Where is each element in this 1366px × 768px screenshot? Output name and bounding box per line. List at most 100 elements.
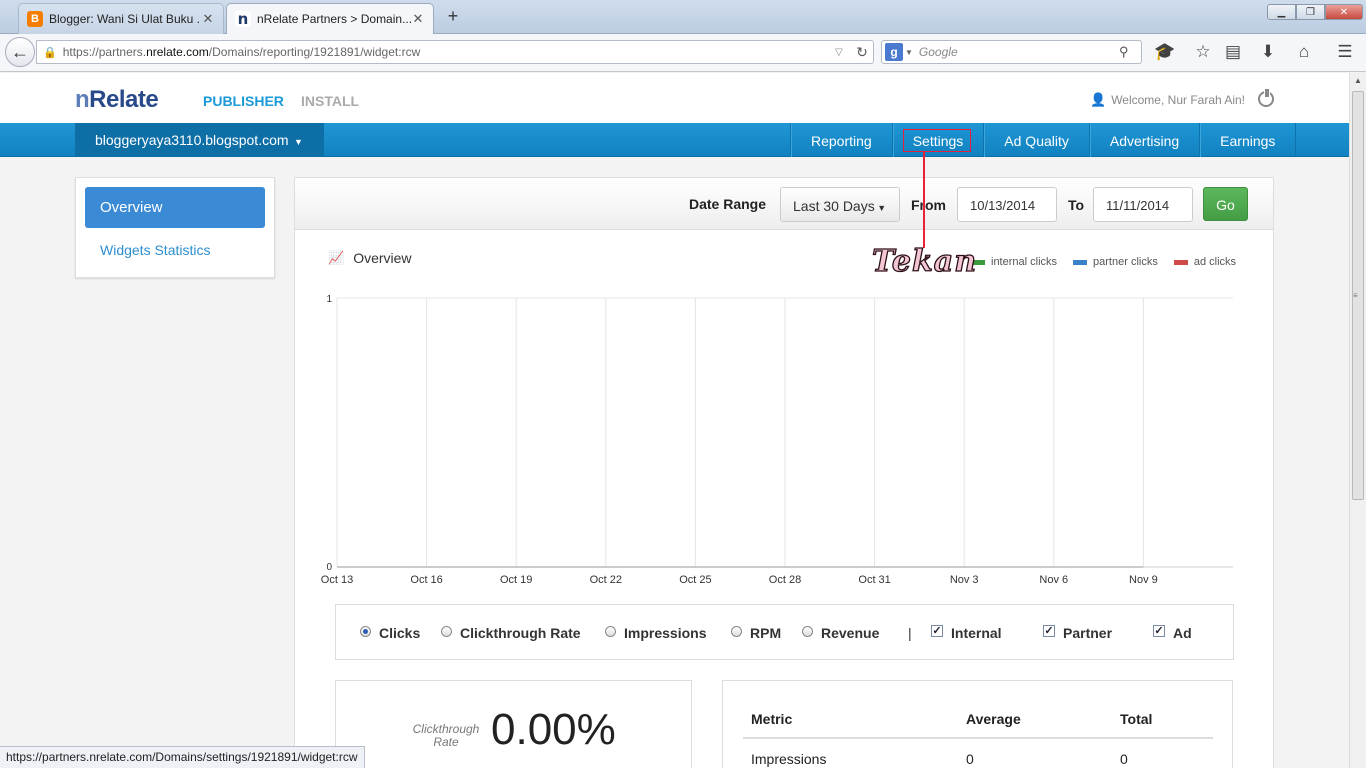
- menu-ad-quality[interactable]: Ad Quality: [983, 123, 1089, 157]
- legend-swatch: [1073, 259, 1088, 265]
- x-tick-label: Oct 16: [410, 574, 442, 586]
- lock-icon: 🔒: [43, 46, 57, 59]
- nav-install[interactable]: INSTALL: [301, 93, 359, 109]
- window-close-button[interactable]: ✕: [1325, 4, 1363, 20]
- to-date-input[interactable]: 11/11/2014: [1093, 187, 1193, 222]
- chart-title-text: Overview: [353, 250, 412, 266]
- bookmarks-list-icon[interactable]: ▤: [1220, 40, 1246, 64]
- home-icon[interactable]: ⌂: [1291, 40, 1317, 64]
- radio-button[interactable]: [441, 625, 452, 637]
- table-header-average: Average: [966, 711, 1021, 727]
- date-range-value: Last 30 Days: [793, 198, 875, 214]
- checkbox-label: Partner: [1063, 625, 1113, 641]
- new-tab-button[interactable]: +: [443, 6, 463, 27]
- chevron-down-icon: ▼: [874, 203, 887, 213]
- menu-earnings[interactable]: Earnings: [1199, 123, 1295, 157]
- checkbox-ad[interactable]: ✓ Ad: [1153, 625, 1192, 641]
- web-page: nRelate PUBLISHER INSTALL 👤 Welcome, Nur…: [0, 73, 1349, 768]
- x-tick-label: Oct 13: [321, 574, 353, 586]
- sidebar-item-widgets-statistics[interactable]: Widgets Statistics: [100, 242, 210, 258]
- checkbox[interactable]: ✓: [931, 625, 943, 637]
- window-minimize-button[interactable]: ▁: [1267, 4, 1296, 20]
- search-engine-dropdown-icon[interactable]: ▼: [905, 48, 913, 57]
- menu-settings[interactable]: Settings: [891, 123, 984, 157]
- date-filter-bar: Date Range Last 30 Days ▼ From 10/13/201…: [295, 178, 1273, 230]
- close-tab-icon[interactable]: ✕: [201, 11, 215, 27]
- radio-label: RPM: [750, 625, 782, 641]
- main-menu: Reporting Settings Ad Quality Advertisin…: [790, 123, 1297, 157]
- search-icon[interactable]: ⚲: [1119, 44, 1141, 60]
- to-label: To: [1068, 197, 1085, 213]
- from-date-input[interactable]: 10/13/2014: [957, 187, 1057, 222]
- checkbox-label: Ad: [1173, 625, 1192, 641]
- search-bar[interactable]: g ▼ Google ⚲: [881, 40, 1142, 64]
- addon-hat-icon[interactable]: 🎓: [1152, 40, 1178, 64]
- checkbox-partner[interactable]: ✓ Partner: [1043, 625, 1112, 641]
- download-icon[interactable]: ⬇: [1255, 40, 1281, 64]
- x-tick-label: Oct 19: [500, 574, 532, 586]
- menu-advertising[interactable]: Advertising: [1088, 123, 1199, 157]
- checkbox[interactable]: ✓: [1153, 625, 1165, 637]
- menu-icon[interactable]: ☰: [1332, 40, 1358, 64]
- nav-publisher[interactable]: PUBLISHER: [203, 93, 284, 109]
- radio-button[interactable]: [731, 625, 742, 637]
- legend-label: partner clicks: [1093, 256, 1158, 268]
- radio-button[interactable]: [605, 625, 616, 637]
- x-tick-label: Oct 31: [858, 574, 890, 586]
- search-input[interactable]: Google: [919, 45, 1119, 59]
- chart-title: 📈 Overview: [328, 250, 412, 266]
- window-restore-button[interactable]: ❐: [1296, 4, 1325, 20]
- radio-label: Impressions: [624, 625, 707, 641]
- legend-item-internal: internal clicks: [971, 256, 1057, 268]
- radio-button[interactable]: [802, 625, 813, 637]
- tab-title: nRelate Partners > Domain...: [257, 12, 411, 26]
- x-tick-label: Oct 25: [679, 574, 711, 586]
- radio-button[interactable]: [360, 625, 371, 637]
- google-icon[interactable]: g: [885, 43, 903, 61]
- bookmark-star-icon[interactable]: ☆: [1190, 40, 1216, 64]
- site-header: nRelate PUBLISHER INSTALL 👤 Welcome, Nur…: [0, 73, 1349, 123]
- close-tab-icon[interactable]: ✕: [411, 11, 425, 27]
- scroll-up-icon[interactable]: ▲: [1354, 76, 1362, 85]
- x-tick-label: Oct 28: [769, 574, 801, 586]
- radio-clicks[interactable]: Clicks: [360, 625, 420, 641]
- nrelate-logo[interactable]: nRelate: [75, 86, 159, 114]
- back-button[interactable]: ←: [5, 37, 35, 67]
- metric-selector: Clicks Clickthrough Rate Impressions RPM…: [335, 604, 1234, 660]
- annotation-text: Tekan: [871, 243, 978, 279]
- go-button[interactable]: Go: [1203, 187, 1248, 221]
- y-tick-label: 0: [326, 562, 332, 573]
- radio-label: Revenue: [821, 625, 880, 641]
- legend-label: internal clicks: [991, 256, 1058, 268]
- sidebar: Overview Widgets Statistics: [75, 177, 275, 278]
- browser-tab-strip: B Blogger: Wani Si Ulat Buku ... ✕ n nRe…: [0, 0, 1366, 34]
- table-header-total: Total: [1120, 711, 1153, 727]
- reload-icon[interactable]: ↻: [851, 44, 873, 61]
- checkbox-internal[interactable]: ✓ Internal: [931, 625, 1002, 641]
- radio-clickthrough-rate[interactable]: Clickthrough Rate: [441, 625, 581, 641]
- radio-rpm[interactable]: RPM: [731, 625, 781, 641]
- radio-label: Clickthrough Rate: [460, 625, 581, 641]
- menu-reporting[interactable]: Reporting: [790, 123, 892, 157]
- url-history-dropdown-icon[interactable]: ▽: [835, 47, 851, 58]
- browser-tab-blogger[interactable]: B Blogger: Wani Si Ulat Buku ... ✕: [18, 3, 224, 34]
- logout-power-icon[interactable]: [1258, 89, 1274, 107]
- radio-impressions[interactable]: Impressions: [605, 625, 706, 641]
- sidebar-item-overview[interactable]: Overview: [85, 187, 265, 228]
- date-range-dropdown[interactable]: Last 30 Days ▼: [780, 187, 900, 222]
- table-cell-average: 0: [966, 751, 974, 767]
- x-tick-label: Nov 3: [950, 574, 979, 586]
- scrollbar-grip-icon: ≡: [1353, 291, 1358, 300]
- checkbox-label: Internal: [951, 625, 1002, 641]
- url-bar[interactable]: 🔒 https://partners.nrelate.com/Domains/r…: [36, 40, 874, 64]
- domain-dropdown[interactable]: bloggeryaya3110.blogspot.com ▼: [75, 123, 324, 157]
- legend-item-partner: partner clicks: [1073, 256, 1158, 268]
- welcome-message: 👤 Welcome, Nur Farah Ain!: [1090, 92, 1245, 108]
- x-tick-label: Nov 6: [1039, 574, 1068, 586]
- checkbox[interactable]: ✓: [1043, 625, 1055, 637]
- browser-tab-nrelate[interactable]: n nRelate Partners > Domain... ✕: [226, 3, 434, 34]
- ctr-label: Clickthrough Rate: [412, 722, 480, 749]
- page-scrollbar[interactable]: ▲ ≡: [1349, 73, 1366, 768]
- radio-revenue[interactable]: Revenue: [802, 625, 879, 641]
- radio-label: Clicks: [379, 625, 421, 641]
